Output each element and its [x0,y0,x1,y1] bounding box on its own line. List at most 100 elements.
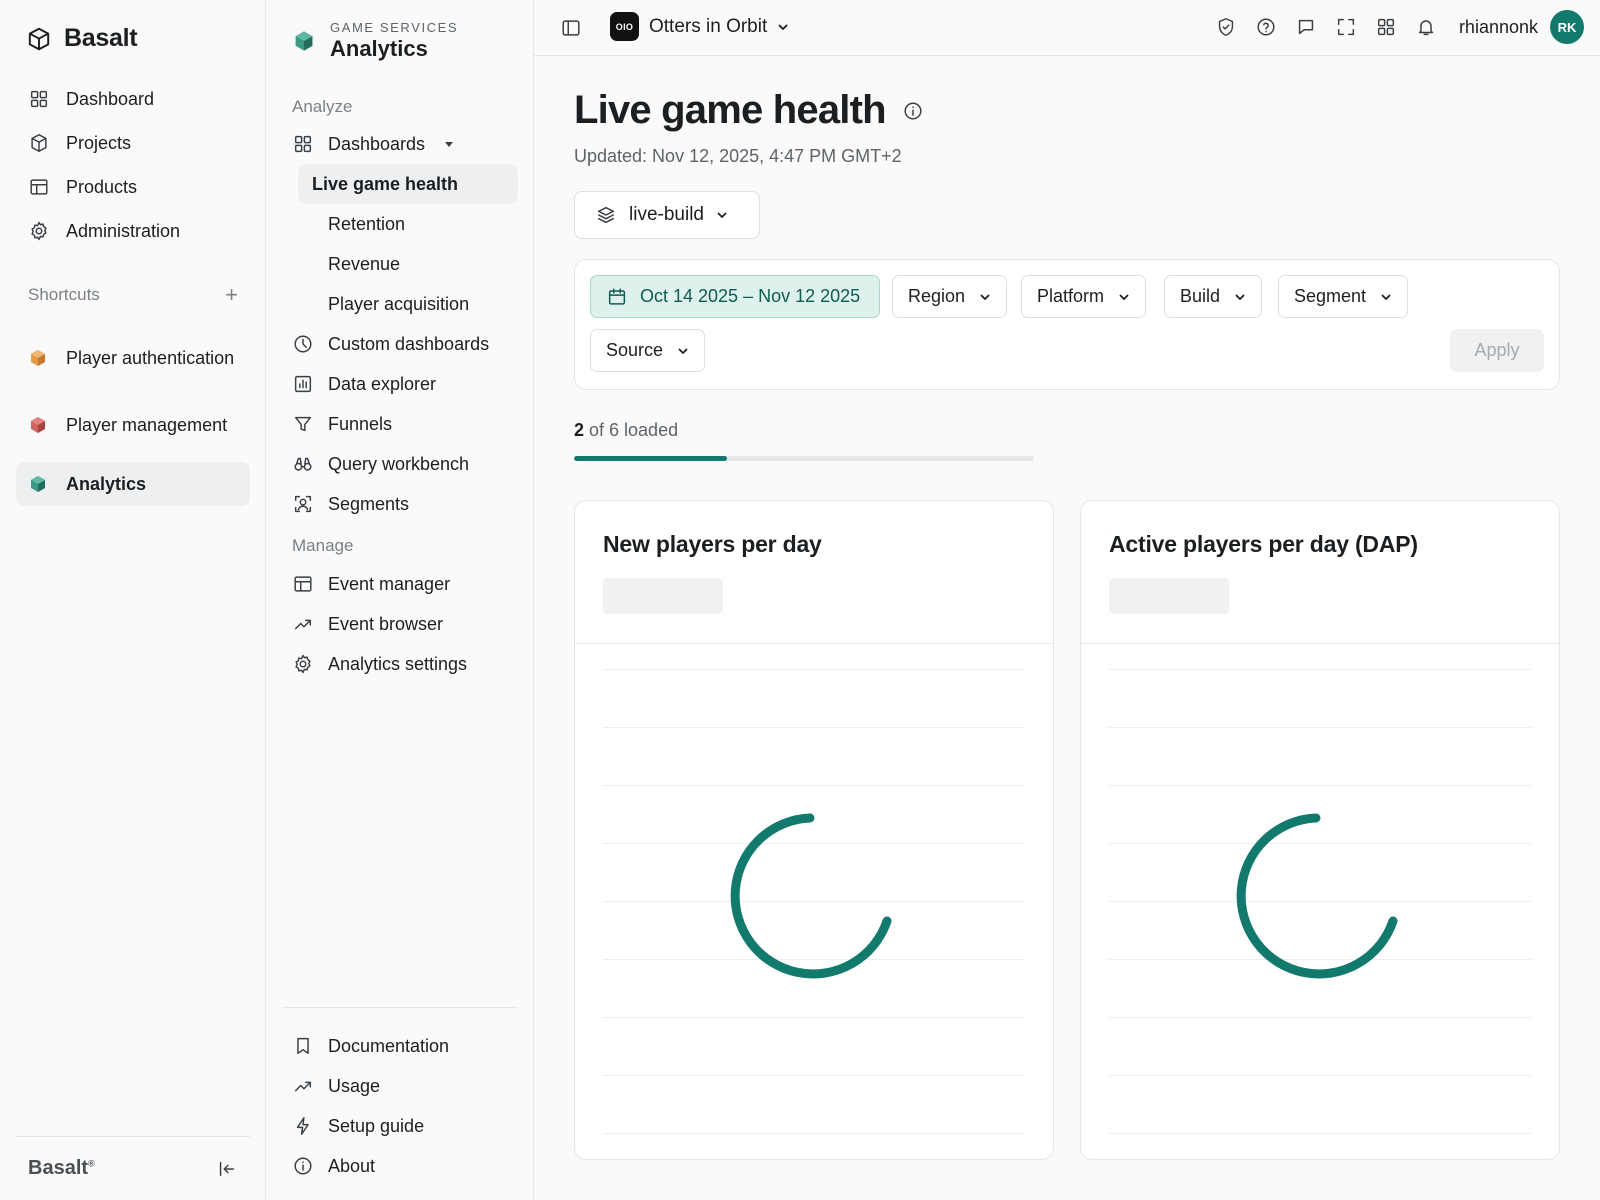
avatar[interactable]: RK [1550,10,1584,44]
apply-button[interactable]: Apply [1450,329,1544,372]
nav-data-explorer[interactable]: Data explorer [282,364,518,404]
info-icon[interactable] [902,100,924,122]
date-range-label: Oct 14 2025 – Nov 12 2025 [640,286,861,306]
nav-dashboard[interactable]: Dashboard [16,77,250,121]
nav-dashboard-label: Dashboard [66,88,155,109]
dashboard-player-acquisition[interactable]: Player acquisition [298,284,518,324]
chevron-down-icon [677,345,689,357]
dashboards-label: Dashboards [328,133,426,154]
nav-custom-dashboards[interactable]: Custom dashboards [282,324,518,364]
grid-line [603,727,1025,728]
value-skeleton [603,578,723,614]
nav-usage[interactable]: Usage [282,1066,518,1106]
toggle-sidebar-icon[interactable] [560,17,582,39]
nav-label: Custom dashboards [328,333,490,354]
analyze-list: Dashboards Live game health Retention Re… [282,124,518,524]
clock-icon [292,333,314,355]
nav-segments[interactable]: Segments [282,484,518,524]
dashboards-toggle[interactable]: Dashboards [282,124,518,164]
info-icon [292,1155,314,1177]
nav-label: Setup guide [328,1115,425,1136]
nav-analytics-settings[interactable]: Analytics settings [282,644,518,684]
nav-event-browser[interactable]: Event browser [282,604,518,644]
nav-projects[interactable]: Projects [16,121,250,165]
user-focus-icon [292,493,314,515]
brand-name: Basalt [64,24,138,52]
bolt-icon [292,1115,314,1137]
apps-icon[interactable] [1375,16,1397,38]
project-name: Otters in Orbit [649,15,768,37]
shortcut-player-management[interactable]: Player management [16,391,250,458]
green-cube-icon [295,31,313,51]
service-header: GAME SERVICES Analytics [292,20,458,62]
nav-documentation[interactable]: Documentation [282,1026,518,1066]
orange-cube-icon [31,349,45,366]
environment-label: live-build [629,204,704,225]
nav-funnels[interactable]: Funnels [282,404,518,444]
region-filter[interactable]: Region [892,275,1008,318]
nav-label: Usage [328,1075,381,1096]
grid-line [1109,727,1531,728]
nav-query-workbench[interactable]: Query workbench [282,444,518,484]
sidebar-divider [282,1007,518,1008]
grid-line [603,1075,1025,1076]
project-badge: OIO [610,12,639,41]
filter-label: Build [1180,286,1221,306]
grid-icon [292,133,314,155]
grid-line [1109,1075,1531,1076]
brand[interactable]: Basalt [26,24,138,53]
bell-icon[interactable] [1415,16,1437,38]
dashboard-revenue[interactable]: Revenue [298,244,518,284]
fullscreen-icon[interactable] [1335,16,1357,38]
grid-line [603,1017,1025,1018]
dashboard-live-game-health[interactable]: Live game health [298,164,518,204]
nav-administration[interactable]: Administration [16,209,250,253]
filter-label: Platform [1037,286,1105,306]
dashboard-retention[interactable]: Retention [298,204,518,244]
username[interactable]: rhiannonk [1459,17,1538,38]
gear-icon [292,653,314,675]
shortcut-player-authentication[interactable]: Player authentication [16,324,250,391]
loading-progress-bar [574,456,1034,461]
loading-status: 2 of 6 loaded [574,420,678,441]
source-filter[interactable]: Source [590,329,706,372]
date-range-picker[interactable]: Oct 14 2025 – Nov 12 2025 [590,275,880,318]
shield-check-icon[interactable] [1215,16,1237,38]
top-bar: OIO Otters in Orbit rhiannonk RK [534,0,1600,56]
page-title: Live game health [574,88,887,132]
top-bar-actions: rhiannonk RK [1215,10,1584,44]
nav-event-manager[interactable]: Event manager [282,564,518,604]
build-filter[interactable]: Build [1164,275,1263,318]
main-content: Live game health Updated: Nov 12, 2025, … [534,56,1600,1200]
chevron-down-icon [716,209,728,221]
binoculars-icon [292,453,314,475]
add-shortcut-button[interactable]: + [225,284,238,306]
shortcuts-heading: Shortcuts [28,285,100,304]
chart-card-new-players: New players per day [574,500,1054,1160]
main-nav: Dashboard Projects Products Administrati… [16,77,250,253]
platform-filter[interactable]: Platform [1021,275,1147,318]
collapse-sidebar-icon[interactable] [216,1158,238,1180]
chevron-down-icon [1380,291,1392,303]
nav-projects-label: Projects [66,132,132,153]
card-title: New players per day [603,531,822,557]
filter-label: Region [908,286,966,306]
segment-filter[interactable]: Segment [1278,275,1409,318]
shortcut-label: Player authentication [66,347,235,368]
nav-label: Query workbench [328,453,470,474]
nav-products[interactable]: Products [16,165,250,209]
project-switcher[interactable]: OIO Otters in Orbit [610,12,789,41]
loading-progress-fill [574,456,728,461]
filter-bar: Oct 14 2025 – Nov 12 2025 Region Platfor… [574,259,1560,390]
shortcut-analytics[interactable]: Analytics [16,462,250,506]
calendar-icon [606,286,628,308]
nav-about[interactable]: About [282,1146,518,1186]
environment-selector[interactable]: live-build [574,191,760,239]
chevron-down-icon [777,21,789,33]
grid-icon [28,88,50,110]
chat-icon[interactable] [1295,16,1317,38]
help-icon[interactable] [1255,16,1277,38]
caret-down-icon [445,141,454,147]
chart-card-active-players: Active players per day (DAP) [1080,500,1560,1160]
nav-setup-guide[interactable]: Setup guide [282,1106,518,1146]
